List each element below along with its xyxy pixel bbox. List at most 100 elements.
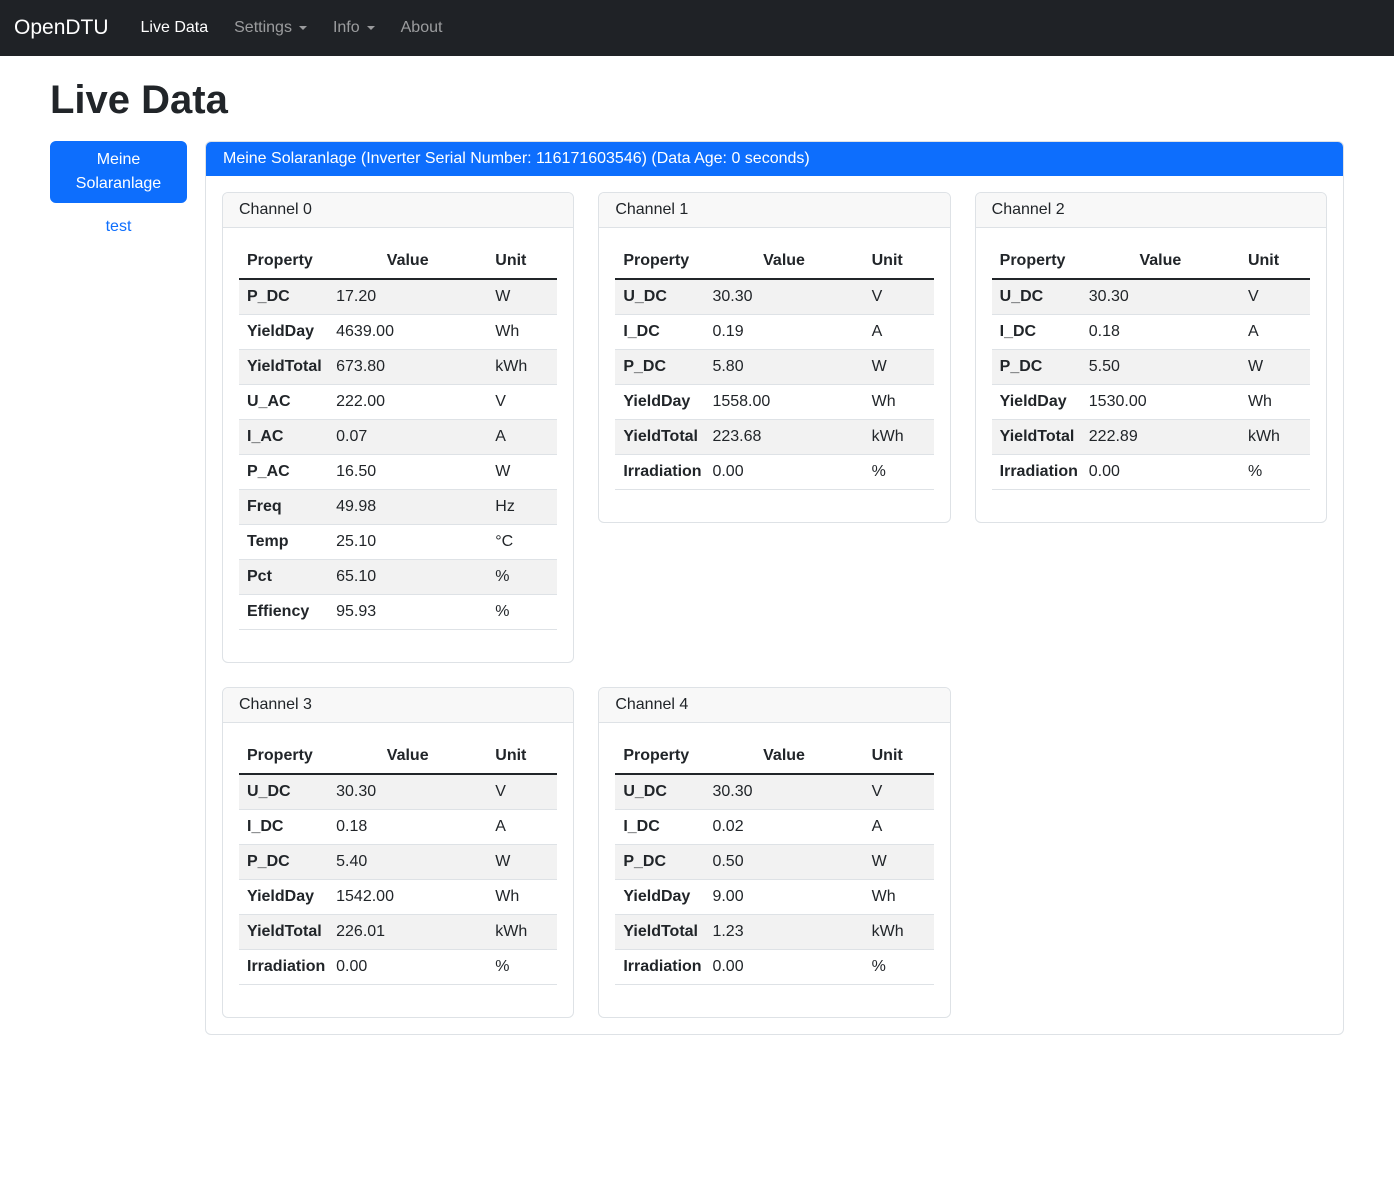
value-cell: 16.50 bbox=[328, 455, 487, 490]
unit-cell: Wh bbox=[487, 315, 557, 350]
value-cell: 5.50 bbox=[1081, 350, 1240, 385]
unit-cell: A bbox=[864, 315, 934, 350]
value-cell: 0.19 bbox=[704, 315, 863, 350]
unit-cell: W bbox=[487, 455, 557, 490]
brand-logo[interactable]: OpenDTU bbox=[14, 16, 109, 40]
unit-cell: kWh bbox=[487, 350, 557, 385]
table-row: U_DC30.30V bbox=[615, 279, 933, 315]
channel-body: PropertyValueUnitU_DC30.30VI_DC0.02AP_DC… bbox=[599, 723, 949, 1017]
value-cell: 1.23 bbox=[704, 915, 863, 950]
value-cell: 5.80 bbox=[704, 350, 863, 385]
value-cell: 4639.00 bbox=[328, 315, 487, 350]
inverter-sidebar: Meine Solaranlage test bbox=[50, 141, 187, 236]
property-cell: I_DC bbox=[992, 315, 1081, 350]
table-row: P_DC17.20W bbox=[239, 279, 557, 315]
unit-cell: kWh bbox=[1240, 420, 1310, 455]
table-row: YieldDay1542.00Wh bbox=[239, 880, 557, 915]
value-cell: 5.40 bbox=[328, 845, 487, 880]
property-cell: YieldDay bbox=[615, 880, 704, 915]
value-cell: 9.00 bbox=[704, 880, 863, 915]
column-header-unit: Unit bbox=[864, 244, 934, 279]
column-header-value: Value bbox=[704, 244, 863, 279]
property-cell: P_DC bbox=[992, 350, 1081, 385]
property-cell: YieldDay bbox=[239, 315, 328, 350]
unit-cell: Hz bbox=[487, 490, 557, 525]
value-cell: 0.18 bbox=[328, 810, 487, 845]
chevron-down-icon bbox=[367, 26, 375, 30]
value-cell: 0.07 bbox=[328, 420, 487, 455]
unit-cell: Wh bbox=[864, 385, 934, 420]
property-cell: YieldDay bbox=[239, 880, 328, 915]
value-cell: 0.00 bbox=[328, 950, 487, 985]
property-cell: YieldTotal bbox=[239, 915, 328, 950]
column-header-unit: Unit bbox=[487, 244, 557, 279]
unit-cell: % bbox=[487, 595, 557, 630]
column-header-property: Property bbox=[615, 244, 704, 279]
property-cell: YieldDay bbox=[615, 385, 704, 420]
nav-item-settings[interactable]: Settings bbox=[226, 11, 315, 45]
table-row: U_DC30.30V bbox=[239, 774, 557, 810]
unit-cell: W bbox=[864, 350, 934, 385]
value-cell: 0.50 bbox=[704, 845, 863, 880]
column-header-value: Value bbox=[328, 244, 487, 279]
value-cell: 673.80 bbox=[328, 350, 487, 385]
table-row: YieldTotal223.68kWh bbox=[615, 420, 933, 455]
table-row: U_DC30.30V bbox=[992, 279, 1310, 315]
table-row: YieldTotal222.89kWh bbox=[992, 420, 1310, 455]
value-cell: 30.30 bbox=[1081, 279, 1240, 315]
value-cell: 0.00 bbox=[704, 950, 863, 985]
value-cell: 95.93 bbox=[328, 595, 487, 630]
nav-item-label: Info bbox=[333, 19, 360, 37]
table-row: I_DC0.02A bbox=[615, 810, 933, 845]
table-header-row: PropertyValueUnit bbox=[615, 244, 933, 279]
value-cell: 17.20 bbox=[328, 279, 487, 315]
table-row: Irradiation0.00% bbox=[239, 950, 557, 985]
unit-cell: V bbox=[1240, 279, 1310, 315]
property-cell: Temp bbox=[239, 525, 328, 560]
property-cell: P_DC bbox=[239, 279, 328, 315]
unit-cell: % bbox=[864, 455, 934, 490]
table-row: YieldTotal673.80kWh bbox=[239, 350, 557, 385]
table-row: YieldDay1558.00Wh bbox=[615, 385, 933, 420]
column-header-value: Value bbox=[1081, 244, 1240, 279]
sidebar-item-test[interactable]: test bbox=[50, 218, 187, 236]
unit-cell: % bbox=[487, 560, 557, 595]
unit-cell: A bbox=[1240, 315, 1310, 350]
channel-card: Channel 1PropertyValueUnitU_DC30.30VI_DC… bbox=[598, 192, 950, 523]
table-row: Irradiation0.00% bbox=[992, 455, 1310, 490]
channel-title: Channel 3 bbox=[223, 688, 573, 723]
property-cell: I_DC bbox=[239, 810, 328, 845]
property-cell: I_AC bbox=[239, 420, 328, 455]
channel-table: PropertyValueUnitU_DC30.30VI_DC0.19AP_DC… bbox=[615, 244, 933, 490]
page-container: Live Data Meine Solaranlage test Meine S… bbox=[0, 78, 1394, 1065]
property-cell: YieldTotal bbox=[992, 420, 1081, 455]
property-cell: Irradiation bbox=[239, 950, 328, 985]
column-header-unit: Unit bbox=[1240, 244, 1310, 279]
property-cell: Irradiation bbox=[615, 950, 704, 985]
property-cell: U_DC bbox=[615, 279, 704, 315]
channel-card: Channel 0PropertyValueUnitP_DC17.20WYiel… bbox=[222, 192, 574, 663]
nav-item-info[interactable]: Info bbox=[325, 11, 383, 45]
nav-item-about[interactable]: About bbox=[393, 11, 451, 45]
channel-body: PropertyValueUnitP_DC17.20WYieldDay4639.… bbox=[223, 228, 573, 662]
property-cell: P_DC bbox=[615, 845, 704, 880]
value-cell: 49.98 bbox=[328, 490, 487, 525]
unit-cell: A bbox=[487, 810, 557, 845]
unit-cell: W bbox=[487, 279, 557, 315]
unit-cell: % bbox=[487, 950, 557, 985]
property-cell: Freq bbox=[239, 490, 328, 525]
value-cell: 0.02 bbox=[704, 810, 863, 845]
value-cell: 1558.00 bbox=[704, 385, 863, 420]
table-row: U_DC30.30V bbox=[615, 774, 933, 810]
unit-cell: % bbox=[1240, 455, 1310, 490]
sidebar-item-meine-solaranlage[interactable]: Meine Solaranlage bbox=[50, 141, 187, 203]
unit-cell: Wh bbox=[1240, 385, 1310, 420]
table-row: P_DC5.80W bbox=[615, 350, 933, 385]
column-header-unit: Unit bbox=[864, 739, 934, 774]
page-title: Live Data bbox=[50, 78, 1344, 123]
nav-item-live-data[interactable]: Live Data bbox=[133, 11, 217, 45]
value-cell: 1542.00 bbox=[328, 880, 487, 915]
unit-cell: kWh bbox=[864, 915, 934, 950]
chevron-down-icon bbox=[299, 26, 307, 30]
column-header-value: Value bbox=[328, 739, 487, 774]
